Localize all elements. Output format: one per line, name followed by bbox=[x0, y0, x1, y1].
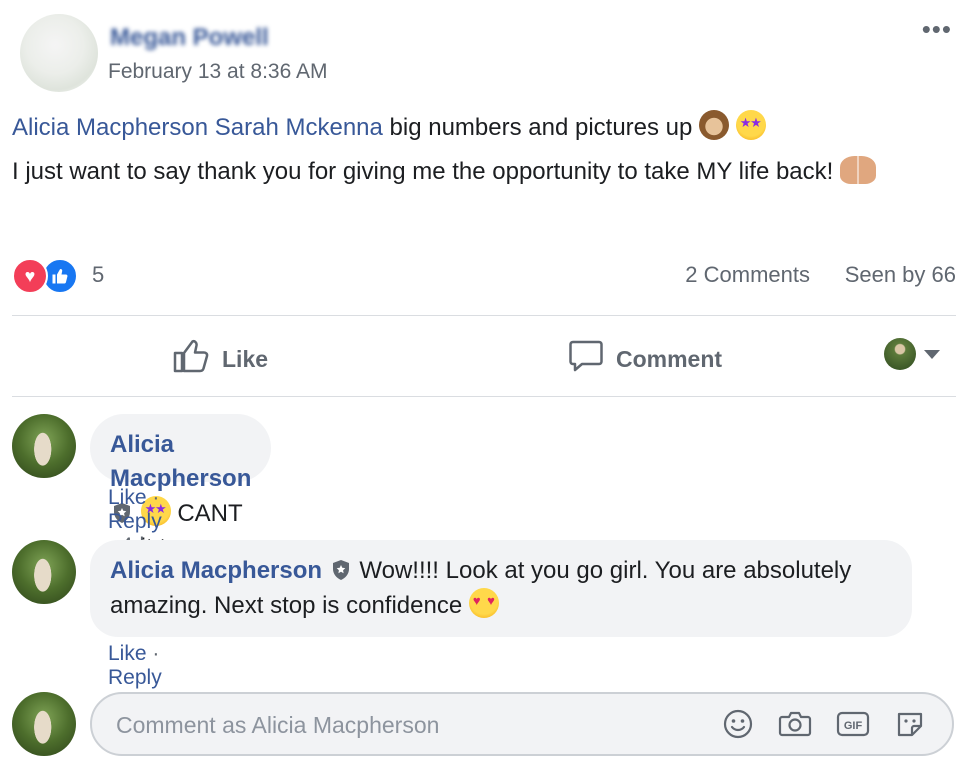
comment-icon bbox=[568, 338, 604, 380]
like-button-label: Like bbox=[222, 345, 269, 372]
comment-like-link[interactable]: Like bbox=[108, 486, 147, 509]
admin-badge-icon bbox=[331, 557, 351, 580]
divider-bottom bbox=[12, 396, 956, 397]
author-avatar[interactable] bbox=[20, 14, 98, 92]
like-button[interactable]: Like bbox=[172, 338, 268, 380]
author-name[interactable]: Megan Powell bbox=[110, 24, 269, 52]
reactions-summary: ♥ 5 2 Comments Seen by 66 bbox=[12, 256, 956, 296]
composer-icons: GIF bbox=[722, 708, 926, 740]
more-options-icon[interactable]: ••• bbox=[922, 16, 952, 42]
switcher-avatar bbox=[884, 338, 916, 370]
commenter-name[interactable]: Alicia Macpherson bbox=[110, 431, 251, 492]
emoji-icon[interactable] bbox=[722, 708, 754, 740]
raising-hands-emoji-icon bbox=[840, 156, 876, 184]
comment-reply-link[interactable]: Reply bbox=[108, 510, 162, 533]
love-reaction-icon[interactable]: ♥ bbox=[12, 258, 48, 294]
caret-down-icon bbox=[924, 349, 940, 359]
svg-text:GIF: GIF bbox=[844, 720, 863, 732]
comment-input-placeholder: Comment as Alicia Macpherson bbox=[116, 712, 440, 738]
comment-input[interactable]: Comment as Alicia Macpherson GIF bbox=[90, 692, 954, 756]
comment-button[interactable]: Comment bbox=[568, 338, 722, 380]
post-action-bar: Like Comment bbox=[12, 316, 956, 396]
see-no-evil-monkey-emoji-icon bbox=[699, 110, 730, 140]
star-struck-emoji-icon bbox=[735, 110, 766, 140]
composer-avatar bbox=[12, 692, 76, 756]
comments-count-link[interactable]: 2 Comments bbox=[685, 262, 810, 288]
post-text-2: I just want to say thank you for giving … bbox=[12, 158, 834, 185]
comment-reply-link[interactable]: Reply bbox=[108, 666, 162, 689]
comment-as-switcher[interactable] bbox=[884, 338, 940, 370]
comment-button-label: Comment bbox=[616, 345, 723, 372]
heart-eyes-emoji-icon bbox=[468, 588, 499, 618]
camera-icon[interactable] bbox=[778, 709, 812, 739]
sticker-icon[interactable] bbox=[894, 708, 926, 740]
seen-by-count[interactable]: Seen by 66 bbox=[845, 262, 956, 288]
commenter-avatar[interactable] bbox=[12, 540, 76, 604]
commenter-avatar[interactable] bbox=[12, 414, 76, 478]
gif-icon[interactable]: GIF bbox=[836, 709, 870, 739]
comment-like-link[interactable]: Like bbox=[108, 642, 147, 665]
thumbs-up-icon bbox=[172, 338, 210, 380]
post-body: Alicia Macpherson Sarah Mckenna big numb… bbox=[12, 110, 942, 190]
tagged-user-1[interactable]: Alicia Macpherson bbox=[12, 114, 208, 141]
post-line-1: Alicia Macpherson Sarah Mckenna big numb… bbox=[12, 110, 942, 146]
post-line-2: I just want to say thank you for giving … bbox=[12, 154, 942, 190]
post-header: Megan Powell February 13 at 8:36 AM ••• bbox=[12, 8, 956, 92]
comment-bubble: Alicia Macpherson Wow!!!! Look at you go… bbox=[90, 540, 912, 637]
post-text-1: big numbers and pictures up bbox=[389, 114, 693, 141]
post-timestamp[interactable]: February 13 at 8:36 AM bbox=[108, 60, 327, 84]
reaction-count[interactable]: 5 bbox=[92, 262, 104, 288]
tagged-user-2[interactable]: Sarah Mckenna bbox=[215, 114, 383, 141]
comment-composer: Comment as Alicia Macpherson GIF bbox=[12, 690, 956, 760]
comment-bubble: Alicia Macpherson CANT wait to see bbox=[90, 414, 272, 561]
commenter-name[interactable]: Alicia Macpherson bbox=[110, 557, 322, 584]
